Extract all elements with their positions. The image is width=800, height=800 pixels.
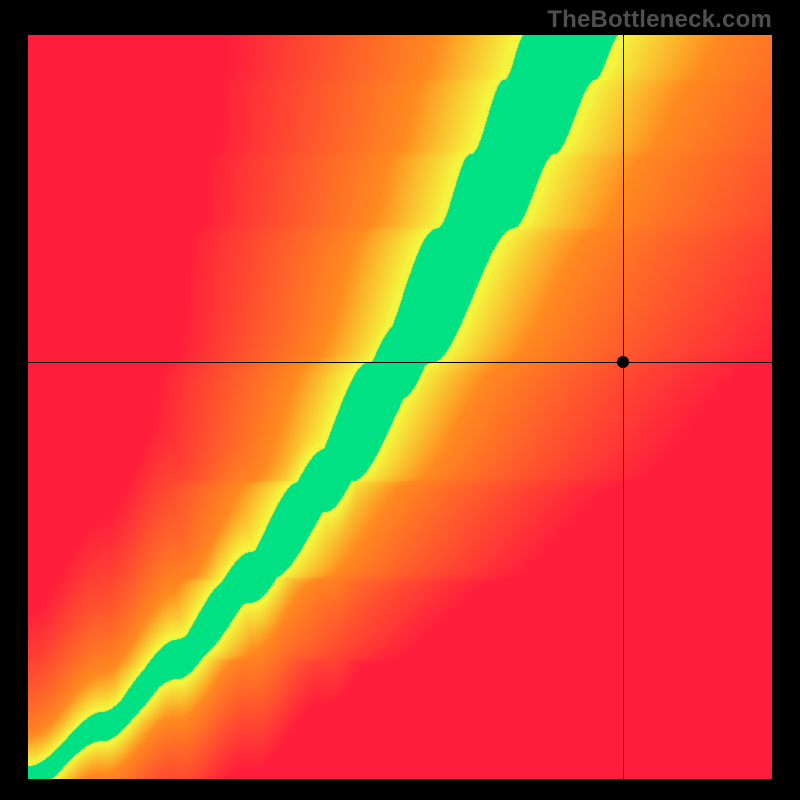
crosshair-vertical — [623, 35, 624, 779]
chart-frame: TheBottleneck.com — [0, 0, 800, 800]
marker-dot — [617, 356, 629, 368]
watermark-text: TheBottleneck.com — [547, 6, 772, 34]
bottleneck-heatmap — [28, 35, 772, 779]
crosshair-horizontal — [28, 362, 772, 363]
